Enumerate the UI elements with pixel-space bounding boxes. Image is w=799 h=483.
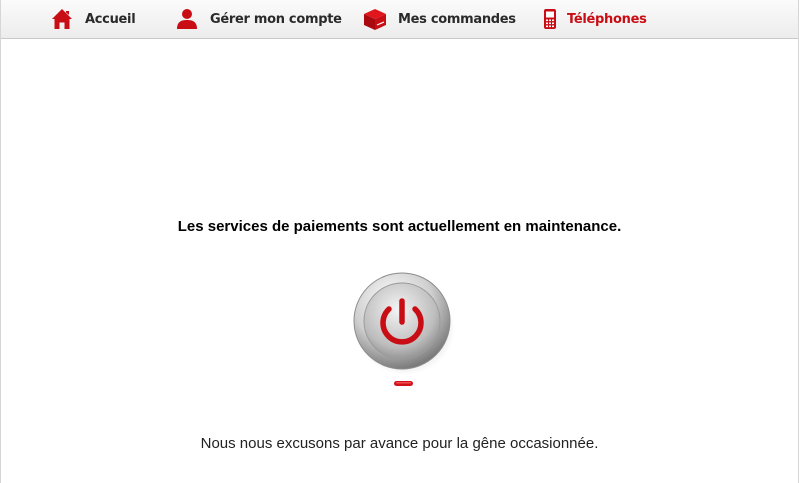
- nav-item-orders[interactable]: Mes commandes: [362, 0, 516, 38]
- nav-label-orders: Mes commandes: [398, 11, 516, 27]
- power-icon: [350, 269, 458, 389]
- user-icon: [174, 6, 200, 32]
- nav-label-home: Accueil: [85, 11, 136, 27]
- nav-item-phones[interactable]: Téléphones: [541, 0, 647, 38]
- box-icon: [362, 6, 388, 32]
- apology-text: Nous nous excusons par avance pour la gê…: [200, 435, 599, 452]
- home-icon: [49, 6, 75, 32]
- page: Accueil Gérer mon compte Mes commandes T…: [0, 0, 799, 483]
- phone-icon: [541, 6, 559, 32]
- nav-label-account: Gérer mon compte: [210, 11, 342, 27]
- maintenance-message: Les services de paiements sont actuellem…: [177, 218, 622, 235]
- top-navigation: Accueil Gérer mon compte Mes commandes T…: [1, 0, 798, 39]
- nav-label-phones: Téléphones: [567, 11, 647, 27]
- nav-item-home[interactable]: Accueil: [49, 0, 136, 38]
- nav-item-account[interactable]: Gérer mon compte: [174, 0, 342, 38]
